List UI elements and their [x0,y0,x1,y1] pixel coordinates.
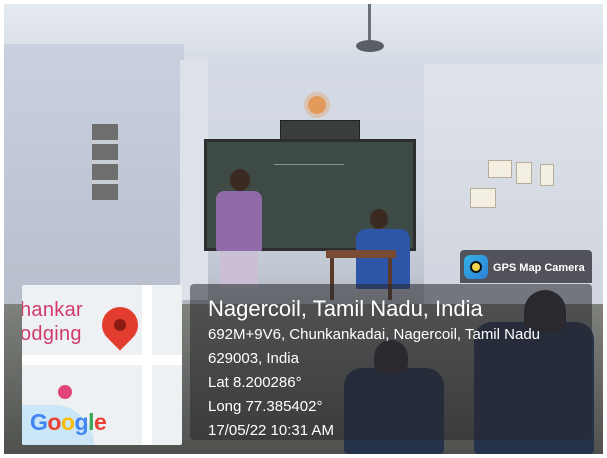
wall-decoration [308,96,326,114]
map-place-label: odging [22,323,82,345]
seated-teacher [356,209,410,289]
student-vest [216,191,262,251]
google-logo: Google [30,409,107,435]
teacher-desk [326,250,396,258]
wall-poster [470,188,496,208]
gps-camera-label: GPS Map Camera [493,262,585,274]
wall-poster [516,162,532,184]
hotel-icon [58,385,72,399]
ceiling-fan [356,40,384,52]
location-pin-center [114,319,126,331]
ceiling-fan-rod [368,4,371,42]
standing-student [210,169,268,287]
map-road [142,285,152,445]
location-title: Nagercoil, Tamil Nadu, India [208,296,483,321]
map-road [22,355,182,365]
teacher-saree [356,229,410,289]
address-line-1: 692M+9V6, Chunkankadai, Nagercoil, Tamil… [208,326,540,343]
map-place-label: hankar [22,299,83,321]
wall-frames [92,124,118,200]
gps-camera-lens [470,261,482,273]
longitude: Long 77.385402° [208,398,323,415]
student-head [230,169,250,191]
wall-poster [488,160,512,178]
latitude: Lat 8.200286° [208,374,302,391]
student-skirt [220,251,258,287]
location-map-thumbnail[interactable]: hankar odging Google [22,285,182,445]
address-line-2: 629003, India [208,350,299,367]
blackboard-writing [274,154,344,165]
wall-poster [540,164,554,186]
teacher-head [370,209,388,229]
timestamp: 17/05/22 10:31 AM [208,422,334,439]
